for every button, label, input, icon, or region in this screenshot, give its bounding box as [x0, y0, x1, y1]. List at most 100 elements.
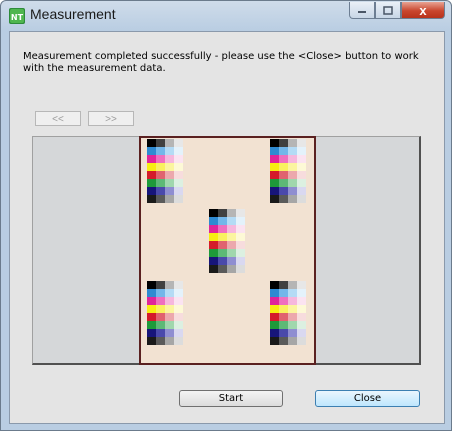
- color-patch: [297, 329, 306, 337]
- color-patch: [209, 209, 218, 217]
- color-patch: [165, 155, 174, 163]
- color-patch: [209, 217, 218, 225]
- color-patch-row: [209, 265, 245, 273]
- color-patch-row: [147, 179, 183, 187]
- color-patch: [147, 187, 156, 195]
- color-patch: [165, 171, 174, 179]
- color-patch: [270, 297, 279, 305]
- color-patch-row: [270, 289, 306, 297]
- color-patch: [270, 147, 279, 155]
- color-patch: [218, 249, 227, 257]
- color-patch: [147, 179, 156, 187]
- color-patch-row: [147, 147, 183, 155]
- color-patch-row: [270, 321, 306, 329]
- color-patch: [297, 147, 306, 155]
- color-patch-row: [147, 163, 183, 171]
- color-patch-row: [147, 321, 183, 329]
- color-patch: [297, 321, 306, 329]
- color-patch: [156, 305, 165, 313]
- color-patch: [288, 171, 297, 179]
- previous-button[interactable]: <<: [35, 111, 81, 126]
- color-patch: [236, 217, 245, 225]
- color-patch: [227, 241, 236, 249]
- title-bar[interactable]: NT Measurement x: [1, 1, 451, 31]
- color-patch: [297, 289, 306, 297]
- color-patch-row: [147, 337, 183, 345]
- color-patch: [270, 155, 279, 163]
- color-patch: [209, 249, 218, 257]
- color-patch-row: [270, 187, 306, 195]
- color-patch: [288, 187, 297, 195]
- color-patch: [279, 313, 288, 321]
- start-button[interactable]: Start: [179, 390, 283, 407]
- color-patch: [270, 163, 279, 171]
- color-patch: [174, 281, 183, 289]
- color-patch-row: [147, 281, 183, 289]
- color-patch: [156, 329, 165, 337]
- color-patch: [165, 179, 174, 187]
- color-patch: [288, 179, 297, 187]
- color-patch: [156, 179, 165, 187]
- color-patch: [218, 233, 227, 241]
- color-patch-row: [270, 147, 306, 155]
- color-patch: [174, 163, 183, 171]
- color-patch: [297, 163, 306, 171]
- color-patch: [279, 179, 288, 187]
- color-patch: [174, 321, 183, 329]
- color-patch-row: [270, 313, 306, 321]
- window-title: Measurement: [30, 6, 116, 22]
- color-patch: [209, 225, 218, 233]
- color-patch: [156, 289, 165, 297]
- color-patch: [288, 147, 297, 155]
- close-button[interactable]: Close: [315, 390, 420, 407]
- color-patch: [227, 265, 236, 273]
- color-patch: [288, 195, 297, 203]
- color-patch: [156, 155, 165, 163]
- color-patch: [218, 209, 227, 217]
- color-patch-column: [270, 281, 306, 345]
- color-patch: [288, 281, 297, 289]
- next-button[interactable]: >>: [88, 111, 134, 126]
- color-patch: [147, 195, 156, 203]
- color-patch: [279, 187, 288, 195]
- color-patch-row: [209, 217, 245, 225]
- color-patch: [297, 187, 306, 195]
- color-patch-row: [270, 305, 306, 313]
- color-patch: [147, 329, 156, 337]
- color-patch-row: [147, 139, 183, 147]
- color-patch-row: [270, 163, 306, 171]
- color-patch: [165, 281, 174, 289]
- color-patch: [279, 171, 288, 179]
- maximize-button[interactable]: [375, 2, 401, 19]
- window-close-button[interactable]: x: [401, 2, 445, 19]
- color-patch: [147, 305, 156, 313]
- svg-text:NT: NT: [11, 13, 24, 22]
- color-patch: [279, 195, 288, 203]
- color-patch: [156, 147, 165, 155]
- color-patch-row: [147, 305, 183, 313]
- color-patch: [147, 313, 156, 321]
- color-patch: [165, 139, 174, 147]
- color-patch: [147, 281, 156, 289]
- color-patch-column: [147, 139, 183, 203]
- color-patch-row: [270, 281, 306, 289]
- color-patch: [209, 265, 218, 273]
- color-patch: [227, 217, 236, 225]
- color-patch: [156, 281, 165, 289]
- color-patch: [174, 155, 183, 163]
- color-patch: [270, 187, 279, 195]
- color-patch-row: [209, 241, 245, 249]
- color-patch: [279, 321, 288, 329]
- color-patch: [270, 195, 279, 203]
- minimize-button[interactable]: [349, 2, 375, 19]
- minimize-icon: [358, 11, 366, 13]
- color-patch: [270, 337, 279, 345]
- color-patch: [236, 209, 245, 217]
- color-patch-row: [147, 171, 183, 179]
- color-patch: [227, 225, 236, 233]
- color-patch: [165, 305, 174, 313]
- color-patch-row: [209, 233, 245, 241]
- color-patch: [147, 155, 156, 163]
- color-patch: [270, 313, 279, 321]
- color-patch: [156, 313, 165, 321]
